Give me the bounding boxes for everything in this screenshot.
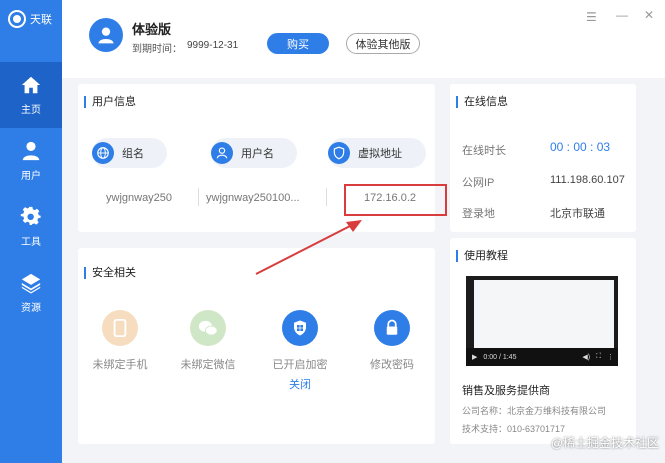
virtual-address-label: 虚拟地址: [358, 148, 402, 160]
group-name-button[interactable]: 组名: [92, 138, 167, 168]
provider-title: 销售及服务提供商: [462, 385, 550, 397]
virtual-address-button[interactable]: 虚拟地址: [328, 138, 426, 168]
group-name-label: 组名: [122, 148, 144, 160]
fullscreen-icon[interactable]: ⛶: [596, 353, 601, 361]
sidebar: 天联 主页 用户 工具 资源: [0, 0, 62, 463]
company-name: 公司名称：北京金万维科技有限公司: [462, 406, 607, 416]
group-name-value: ywjgnway250: [106, 192, 173, 204]
video-frame: [474, 280, 614, 348]
wechat-icon: [190, 310, 226, 346]
sidebar-item-label: 主页: [21, 105, 41, 116]
expire-label: 到期时间：: [132, 44, 182, 55]
public-ip-value: 111.198.60.107: [550, 174, 625, 186]
lock-icon: [374, 310, 410, 346]
bind-phone-item[interactable]: 未绑定手机: [80, 310, 160, 372]
public-ip-label: 公网IP: [462, 177, 495, 189]
disable-encryption-link[interactable]: 关闭: [289, 376, 311, 392]
sidebar-item-label: 用户: [21, 171, 41, 182]
encryption-item: 已开启加密 关闭: [260, 310, 340, 392]
volume-icon[interactable]: ◀): [582, 353, 590, 361]
close-icon[interactable]: ✕: [644, 8, 654, 22]
login-location-value: 北京市联通: [550, 208, 605, 220]
logo-text: 天联: [30, 14, 52, 26]
user-info-title: 用户信息: [84, 96, 136, 108]
sidebar-item-label: 工具: [21, 237, 41, 248]
user-icon: [98, 27, 114, 44]
change-password-label: 修改密码: [370, 359, 414, 371]
user-icon: [211, 142, 233, 164]
tutorial-card: 使用教程 ▶ 0:00 / 1:45 ◀) ⛶ ⋮ 销售及服务提供商 公司名称：…: [450, 238, 636, 444]
divider: [198, 188, 199, 206]
shield-windows-icon: [282, 310, 318, 346]
logo-icon: [8, 10, 26, 28]
phone-icon: [102, 310, 138, 346]
support-phone: 技术支持：010-63701717: [462, 424, 566, 434]
edition-title: 体验版: [132, 22, 172, 37]
online-duration-value: 00 : 00 : 03: [550, 140, 611, 154]
username-label: 用户名: [241, 148, 274, 160]
buy-button[interactable]: 购买: [267, 33, 329, 54]
tutorial-title: 使用教程: [456, 250, 508, 262]
sidebar-item-tools[interactable]: 工具: [0, 194, 62, 260]
sidebar-item-resources[interactable]: 资源: [0, 260, 62, 326]
minimize-icon[interactable]: —: [616, 8, 628, 22]
encryption-label: 已开启加密: [272, 359, 328, 371]
layers-icon: [21, 273, 41, 294]
video-controls: ▶ 0:00 / 1:45 ◀) ⛶ ⋮: [466, 348, 618, 366]
sidebar-item-home[interactable]: 主页: [0, 62, 62, 128]
user-icon: [22, 141, 40, 161]
username-value: ywjgnway250100...: [206, 192, 300, 204]
avatar: [89, 18, 123, 52]
user-info-card: 用户信息 组名 用户名 虚拟地址 ywjgnway250 ywjgnway250…: [78, 84, 447, 232]
video-time: 0:00 / 1:45: [483, 353, 517, 361]
bind-wechat-item[interactable]: 未绑定微信: [168, 310, 248, 372]
app-logo: 天联: [8, 8, 52, 30]
login-location-label: 登录地: [462, 208, 495, 220]
bind-wechat-label: 未绑定微信: [180, 359, 236, 371]
change-password-item[interactable]: 修改密码: [352, 310, 432, 372]
more-icon[interactable]: ⋮: [607, 353, 614, 361]
online-info-title: 在线信息: [456, 96, 508, 108]
home-icon: [21, 76, 41, 94]
play-icon[interactable]: ▶: [472, 353, 477, 361]
sidebar-item-user[interactable]: 用户: [0, 128, 62, 194]
divider: [326, 188, 327, 206]
menu-icon[interactable]: ☰: [586, 10, 597, 24]
security-title: 安全相关: [84, 267, 136, 279]
annotation-arrow: [255, 220, 362, 275]
shield-icon: [328, 142, 350, 164]
sidebar-item-label: 资源: [21, 303, 41, 314]
watermark: @稀土掘金技术社区: [550, 436, 659, 450]
expire-value: 9999-12-31: [187, 40, 239, 51]
header: 体验版 到期时间： 9999-12-31 购买 体验其他版 ☰ — ✕: [62, 0, 665, 78]
username-button[interactable]: 用户名: [211, 138, 297, 168]
try-other-edition-button[interactable]: 体验其他版: [346, 33, 420, 54]
tutorial-video[interactable]: ▶ 0:00 / 1:45 ◀) ⛶ ⋮: [466, 276, 618, 366]
bind-phone-label: 未绑定手机: [92, 359, 148, 371]
gear-icon: [20, 206, 41, 225]
online-info-card: 在线信息 在线时长 00 : 00 : 03 公网IP 111.198.60.1…: [450, 84, 636, 232]
globe-icon: [92, 142, 114, 164]
online-duration-label: 在线时长: [462, 145, 506, 157]
